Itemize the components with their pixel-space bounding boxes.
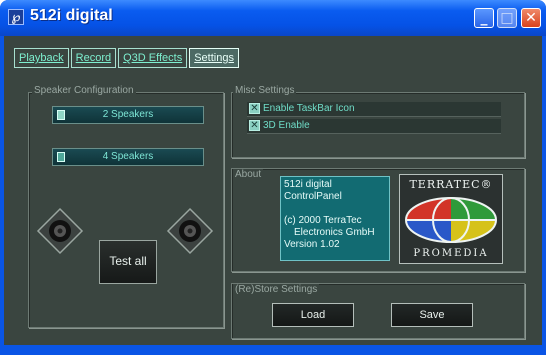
- store-settings-title: (Re)Store Settings: [233, 284, 320, 295]
- minimize-icon: _: [480, 10, 488, 26]
- 3d-enable-checkbox[interactable]: ✕: [249, 120, 260, 131]
- tab-q3d-effects[interactable]: Q3D Effects: [118, 48, 188, 68]
- about-line: Version 1.02: [284, 239, 340, 250]
- right-speaker-icon[interactable]: [166, 207, 214, 255]
- maximize-icon: □: [500, 10, 514, 26]
- close-icon: ✕: [525, 10, 537, 26]
- maximize-button[interactable]: □: [497, 8, 517, 28]
- taskbar-icon-label: Enable TaskBar Icon: [263, 103, 355, 114]
- logo-brand-text: TERRATEC®: [409, 178, 493, 191]
- misc-settings-title: Misc Settings: [233, 85, 297, 96]
- tab-bar: Playback Record Q3D Effects Settings: [14, 48, 239, 68]
- speaker-config-title: Speaker Configuration: [32, 85, 136, 96]
- tab-settings[interactable]: Settings: [189, 48, 239, 68]
- tab-playback[interactable]: Playback: [14, 48, 69, 68]
- about-info: 512i digital ControlPanel (c) 2000 Terra…: [280, 176, 390, 261]
- four-speakers-indicator: [57, 152, 65, 162]
- save-button[interactable]: Save: [391, 303, 473, 327]
- two-speakers-indicator: [57, 110, 65, 120]
- about-line: Electronics GmbH: [294, 227, 375, 238]
- four-speakers-button[interactable]: 4 Speakers: [52, 148, 204, 166]
- two-speakers-label: 2 Speakers: [102, 109, 154, 120]
- close-button[interactable]: ✕: [521, 8, 541, 28]
- minimize-button[interactable]: _: [474, 8, 494, 28]
- taskbar-icon-option[interactable]: ✕ Enable TaskBar Icon: [247, 102, 501, 117]
- about-line: [284, 203, 386, 215]
- taskbar-icon-checkbox[interactable]: ✕: [249, 103, 260, 114]
- about-line: ControlPanel: [284, 191, 342, 202]
- 3d-enable-label: 3D Enable: [263, 120, 310, 131]
- title-bar[interactable]: ℘ 512i digital _ □ ✕: [0, 0, 546, 36]
- globe-icon: [405, 197, 497, 243]
- load-button[interactable]: Load: [272, 303, 354, 327]
- two-speakers-button[interactable]: 2 Speakers: [52, 106, 204, 124]
- tab-record[interactable]: Record: [70, 48, 117, 68]
- terratec-logo: TERRATEC® PROMEDIA: [399, 174, 503, 264]
- left-speaker-icon[interactable]: [36, 207, 84, 255]
- test-all-button[interactable]: Test all: [99, 240, 157, 284]
- app-window: ℘ 512i digital _ □ ✕ Playback Record Q3D…: [0, 0, 546, 355]
- four-speakers-label: 4 Speakers: [102, 151, 154, 162]
- about-title: About: [233, 169, 264, 180]
- window-title: 512i digital: [30, 7, 113, 24]
- window-bottom-border: [0, 345, 546, 355]
- about-line: (c) 2000 TerraTec: [284, 215, 362, 226]
- 3d-enable-option[interactable]: ✕ 3D Enable: [247, 119, 501, 134]
- app-icon[interactable]: ℘: [8, 9, 24, 25]
- logo-product-text: PROMEDIA: [413, 248, 489, 259]
- about-line: 512i digital: [284, 179, 332, 190]
